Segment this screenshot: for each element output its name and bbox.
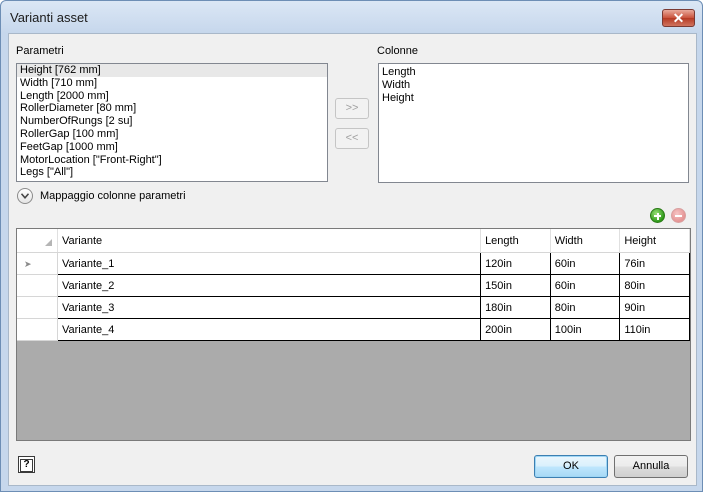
length-cell[interactable]: 180in — [480, 296, 551, 319]
row-header-cell[interactable] — [17, 274, 58, 297]
row-header-cell[interactable]: ➤ — [17, 252, 58, 275]
column-item[interactable]: Length — [379, 66, 688, 79]
height-cell[interactable]: 76in — [619, 252, 690, 275]
parameter-item[interactable]: MotorLocation ["Front-Right"] — [17, 154, 327, 167]
width-cell[interactable]: 60in — [550, 274, 621, 297]
header-width[interactable]: Width — [550, 229, 621, 253]
title-bar[interactable]: Varianti asset ✕ — [1, 1, 702, 33]
current-row-indicator-icon: ➤ — [24, 258, 32, 269]
cancel-button[interactable]: Annulla — [614, 455, 688, 478]
dialog-client-area: Parametri Height [762 mm] Width [710 mm] L… — [8, 33, 697, 486]
parameters-listbox[interactable]: Height [762 mm] Width [710 mm] Length [200… — [16, 63, 328, 182]
header-length[interactable]: Length — [480, 229, 551, 253]
parameter-item[interactable]: Height [762 mm] — [17, 64, 327, 77]
header-variante[interactable]: Variante — [57, 229, 482, 253]
column-item[interactable]: Height — [379, 92, 688, 105]
grid-corner-cell[interactable] — [17, 229, 58, 253]
mapping-expander-label: Mappaggio colonne parametri — [40, 190, 186, 202]
dialog-window: Varianti asset ✕ Parametri Height [762 m… — [0, 0, 703, 492]
variant-name-cell[interactable]: Variante_3 — [57, 296, 482, 319]
chevron-down-icon[interactable] — [17, 188, 33, 204]
row-header-cell[interactable] — [17, 296, 58, 319]
table-row[interactable]: Variante_2 150in 60in 80in — [17, 274, 690, 297]
columns-listbox[interactable]: Length Width Height — [378, 63, 689, 183]
parameter-item[interactable]: RollerGap [100 mm] — [17, 128, 327, 141]
variant-name-cell[interactable]: Variante_2 — [57, 274, 482, 297]
help-button[interactable]: ? — [18, 456, 35, 473]
length-cell[interactable]: 200in — [480, 318, 551, 341]
parameter-item[interactable]: FeetGap [1000 mm] — [17, 141, 327, 154]
height-cell[interactable]: 110in — [619, 318, 690, 341]
height-cell[interactable]: 90in — [619, 296, 690, 319]
parameters-label: Parametri — [16, 45, 64, 57]
row-header-cell[interactable] — [17, 318, 58, 341]
ok-button[interactable]: OK — [534, 455, 608, 478]
width-cell[interactable]: 80in — [550, 296, 621, 319]
length-cell[interactable]: 120in — [480, 252, 551, 275]
add-column-button[interactable]: >> — [335, 98, 369, 119]
width-cell[interactable]: 60in — [550, 252, 621, 275]
help-icon: ? — [20, 459, 33, 472]
variant-name-cell[interactable]: Variante_1 — [57, 252, 482, 275]
grid-header-row: Variante Length Width Height — [17, 229, 690, 253]
minus-circle-icon[interactable] — [671, 208, 686, 223]
width-cell[interactable]: 100in — [550, 318, 621, 341]
table-row[interactable]: Variante_3 180in 80in 90in — [17, 296, 690, 319]
variants-grid[interactable]: Variante Length Width Height ➤ Variante_1… — [16, 228, 691, 441]
plus-circle-icon[interactable] — [650, 208, 665, 223]
parameter-item[interactable]: Length [2000 mm] — [17, 90, 327, 103]
remove-column-button[interactable]: << — [335, 128, 369, 149]
window-title: Varianti asset — [10, 10, 88, 25]
length-cell[interactable]: 150in — [480, 274, 551, 297]
height-cell[interactable]: 80in — [619, 274, 690, 297]
header-height[interactable]: Height — [619, 229, 690, 253]
variant-name-cell[interactable]: Variante_4 — [57, 318, 482, 341]
parameter-item[interactable]: Legs ["All"] — [17, 166, 327, 179]
table-row[interactable]: ➤ Variante_1 120in 60in 76in — [17, 252, 690, 275]
close-button[interactable]: ✕ — [662, 9, 695, 27]
parameter-item[interactable]: RollerDiameter [80 mm] — [17, 102, 327, 115]
columns-label: Colonne — [377, 45, 418, 57]
parameter-item[interactable]: Width [710 mm] — [17, 77, 327, 90]
parameter-item[interactable]: NumberOfRungs [2 su] — [17, 115, 327, 128]
table-row[interactable]: Variante_4 200in 100in 110in — [17, 318, 690, 341]
column-item[interactable]: Width — [379, 79, 688, 92]
